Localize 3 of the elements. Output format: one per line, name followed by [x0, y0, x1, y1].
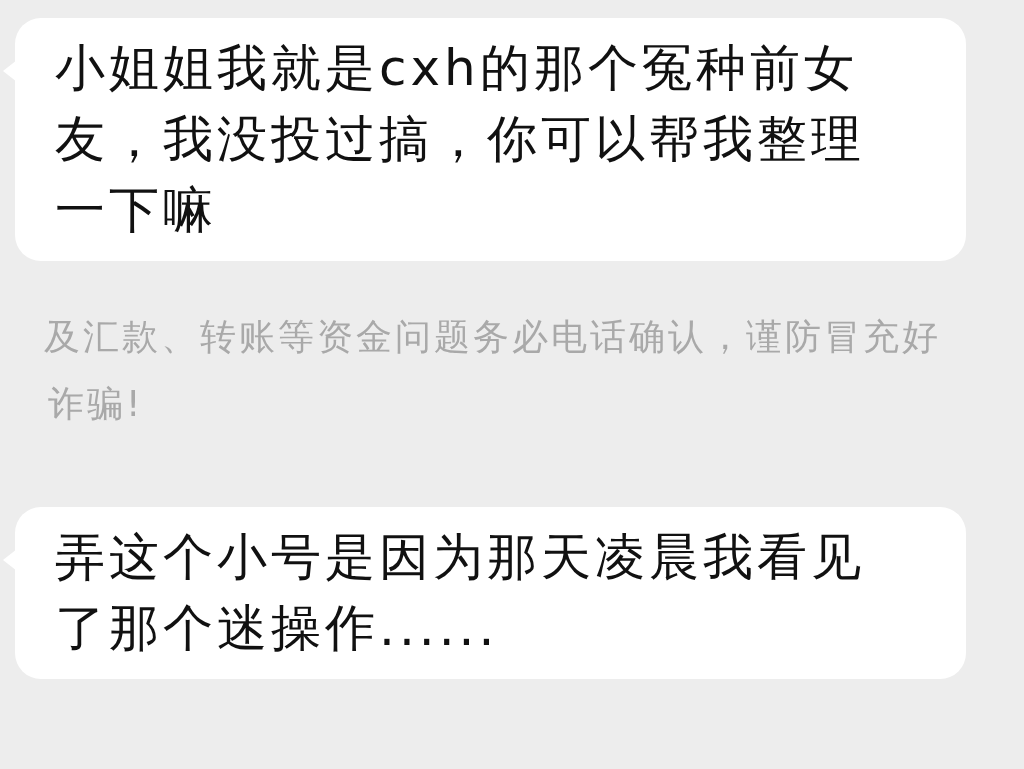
notice-text: 及汇款、转账等资金问题务必电话确认，谨防冒充好 诈骗! [43, 315, 942, 426]
message-text: 弄这个小号是因为那天凌晨我看见 了那个迷操作...... [55, 527, 866, 659]
message-text: 小姐姐我就是cxh的那个冤种前女 友，我没投过搞，你可以帮我整理 一下嘛 [55, 38, 866, 241]
